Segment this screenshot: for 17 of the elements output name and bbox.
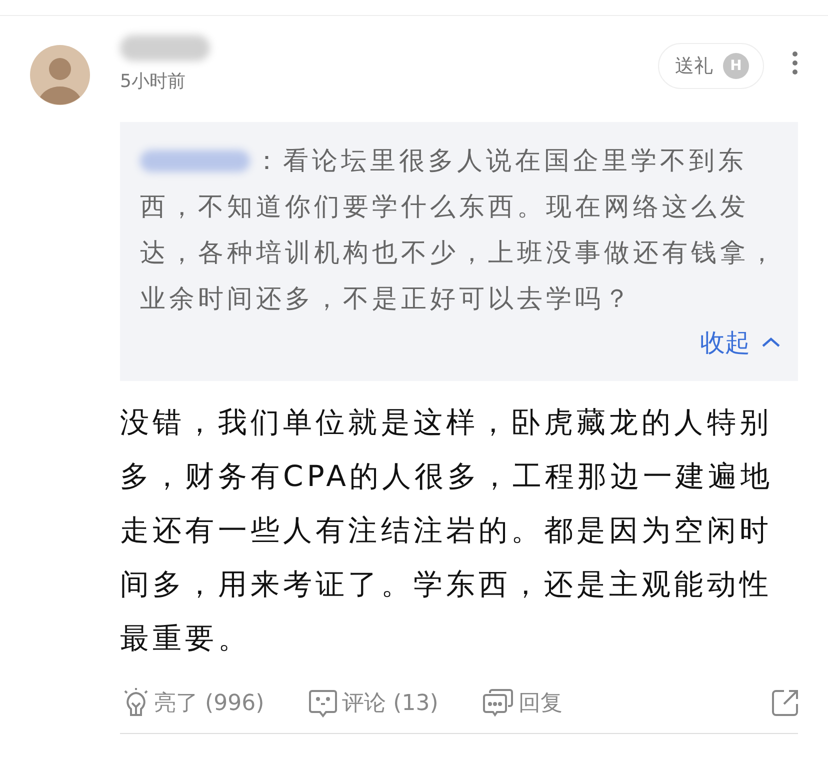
level-badge: H (723, 53, 749, 79)
like-button[interactable]: 亮了 (996) (122, 687, 264, 719)
chevron-icon (762, 337, 780, 348)
quote-text: ：看论坛里很多人说在国企里学不到东 (254, 145, 747, 178)
post-time: 5小时前 (120, 70, 186, 93)
comment-button[interactable]: 评论 (13) (308, 688, 438, 718)
comment-icon (308, 688, 338, 718)
more-icon[interactable] (792, 51, 798, 75)
reply-icon (482, 688, 514, 718)
share-icon[interactable] (770, 688, 800, 718)
reply-button[interactable]: 回复 (482, 688, 562, 718)
quote-text: 西，不知道你们要学什么东西。现在网络这么发达，各种培训机构也不少，上班没事做还有钱拿，业余时间还多，不是正好可以去学吗？ (140, 191, 779, 316)
collapse-link[interactable]: 收起 (700, 326, 780, 359)
lightbulb-icon (122, 687, 150, 719)
gift-button[interactable]: 送礼 H (658, 43, 764, 89)
comment-text: 没错，我们单位就是这样，卧虎藏龙的人特别多，财务有CPA的人很多，工程那边一建遍地走还有一些人有注结注岩的。都是因为空闲时间多，用来考证了。学东西，还是主观能动性最重要。 (120, 404, 774, 657)
avatar[interactable] (30, 45, 90, 105)
